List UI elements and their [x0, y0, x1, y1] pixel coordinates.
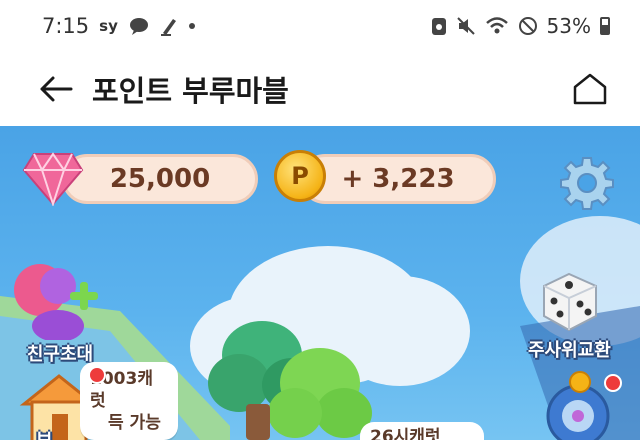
coin-letter: P: [291, 162, 309, 190]
invite-friends-icon: [14, 264, 98, 340]
notification-dot: [88, 366, 106, 384]
invite-friends-button[interactable]: 친구초대: [14, 260, 106, 366]
battery-percent: 53%: [546, 14, 591, 38]
app-bar: 포인트 부루마블: [0, 52, 640, 126]
pen-icon: [160, 19, 176, 36]
recycle-icon: [431, 18, 446, 35]
house-label: 보: [36, 426, 53, 440]
dice-exchange-label: 주사위교환: [528, 340, 611, 361]
game-board[interactable]: 25,000 + 3,223 P 친구초대 주사위교환 1003캐럿 득 가능 …: [0, 126, 640, 440]
timer-bubble[interactable]: 26시캐럿: [360, 422, 484, 440]
dice-icon: [543, 272, 598, 332]
back-button[interactable]: [36, 69, 76, 109]
settings-gear-icon[interactable]: [560, 156, 614, 210]
point-balance-value: + 3,223: [341, 164, 455, 194]
tree: [268, 388, 322, 438]
coin-icon: P: [274, 150, 326, 202]
home-button[interactable]: [570, 69, 610, 109]
carrier-badge: sy: [99, 17, 118, 35]
reward-bubble-line2: 득 가능: [108, 413, 161, 433]
home-icon: [573, 73, 607, 105]
chat-icon: [129, 18, 148, 35]
gem-balance[interactable]: 25,000: [62, 154, 258, 204]
timer-bubble-text: 26시캐럿: [370, 427, 441, 440]
notification-dot: [604, 374, 622, 392]
gem-balance-value: 25,000: [109, 164, 211, 194]
status-right: 53%: [431, 14, 610, 38]
dice-exchange-button[interactable]: 주사위교환: [528, 266, 611, 362]
page-title: 포인트 부루마블: [92, 74, 289, 108]
battery-icon: [600, 17, 610, 35]
point-balance[interactable]: + 3,223: [300, 154, 496, 204]
invite-friends-label: 친구초대: [26, 344, 94, 365]
mute-icon: [456, 17, 475, 35]
arrow-left-icon: [40, 76, 73, 102]
do-not-disturb-icon: [518, 17, 537, 35]
tree-trunk: [246, 404, 270, 440]
gem-icon: [22, 152, 84, 206]
dot-icon: [188, 23, 195, 29]
wifi-icon: [485, 17, 508, 34]
status-left: 7:15 sy: [42, 14, 196, 38]
screen: 7:15 sy 53% 포인트 부루마블 25,000 + 3,223 P 친구…: [0, 0, 640, 440]
status-bar: 7:15 sy 53%: [0, 0, 640, 52]
status-time: 7:15: [42, 14, 90, 38]
